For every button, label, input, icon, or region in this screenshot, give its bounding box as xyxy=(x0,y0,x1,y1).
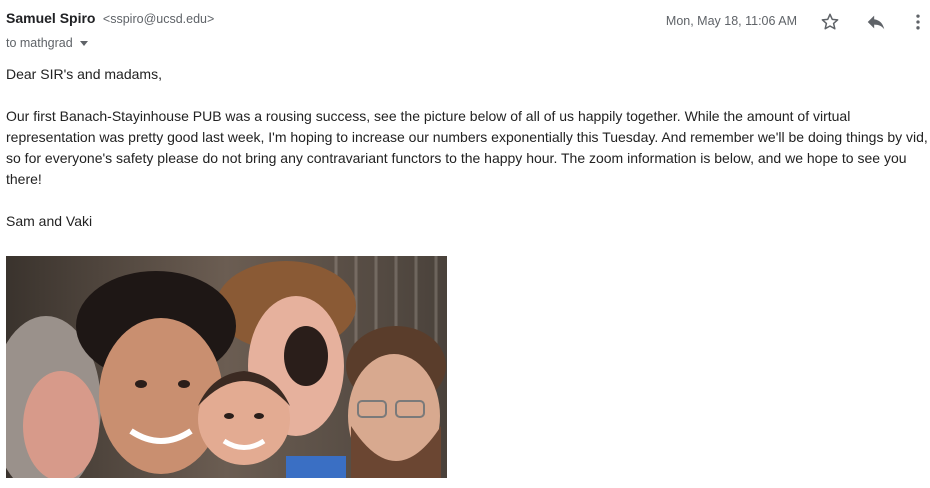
reply-button[interactable] xyxy=(864,10,888,34)
reply-icon xyxy=(867,15,885,30)
email-header: Samuel Spiro <sspiro@ucsd.edu> to mathgr… xyxy=(6,10,930,56)
email-date: Mon, May 18, 11:06 AM xyxy=(665,14,797,28)
star-button[interactable] xyxy=(818,10,842,34)
show-details-caret-icon[interactable] xyxy=(79,41,88,46)
recipients-text: to mathgrad xyxy=(6,36,73,50)
recipients-line[interactable]: to mathgrad xyxy=(6,36,88,50)
group-photo[interactable] xyxy=(6,256,447,478)
more-options-button[interactable] xyxy=(906,10,930,34)
greeting: Dear SIR's and madams, xyxy=(6,66,162,82)
sender-email: <sspiro@ucsd.edu> xyxy=(102,12,215,26)
star-icon xyxy=(821,13,839,30)
sender-name[interactable]: Samuel Spiro xyxy=(6,10,95,26)
message-paragraph: Our first Banach-Stayinhouse PUB was a r… xyxy=(6,108,928,187)
email-body: Dear SIR's and madams, Our first Banach-… xyxy=(6,64,928,232)
more-vertical-icon xyxy=(916,14,920,30)
group-photo-image xyxy=(6,256,447,478)
signature: Sam and Vaki xyxy=(6,213,93,229)
